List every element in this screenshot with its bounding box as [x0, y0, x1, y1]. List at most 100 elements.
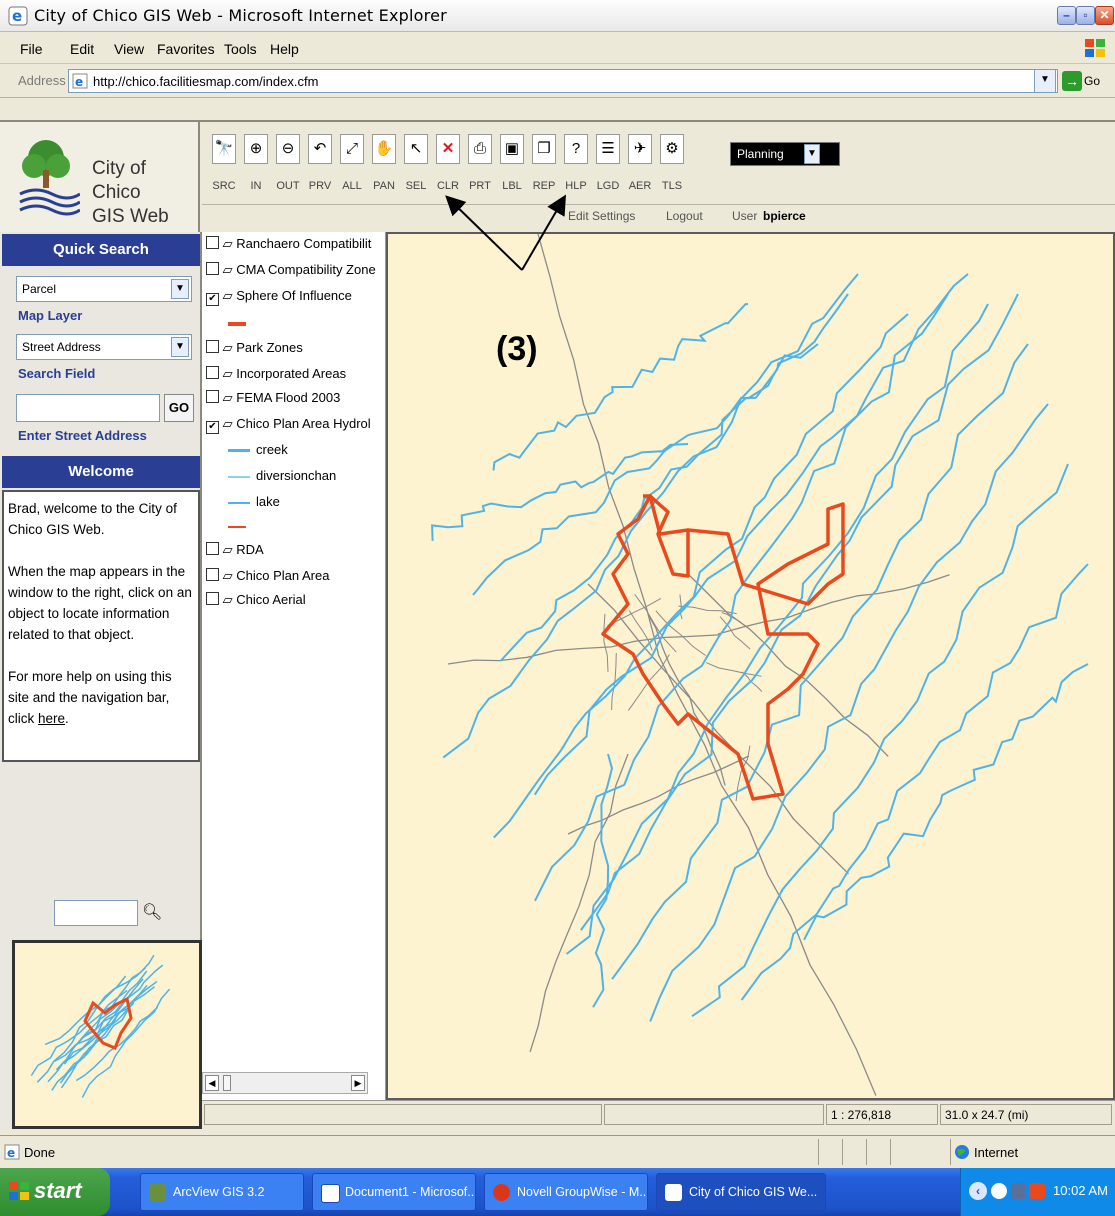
- legend-diversionchan-label: diversionchan: [256, 468, 337, 483]
- planning-select[interactable]: Planning: [730, 142, 840, 166]
- tray-app-icon[interactable]: [991, 1183, 1007, 1199]
- minimize-button[interactable]: –: [1057, 6, 1076, 25]
- binoculars-icon[interactable]: 🔭: [212, 134, 236, 164]
- hand-icon[interactable]: ✋: [372, 134, 396, 164]
- zoom-out-icon[interactable]: ⊖: [276, 134, 300, 164]
- red-x-icon[interactable]: ✕: [436, 134, 460, 164]
- address-field[interactable]: e http://chico.facilitiesmap.com/index.c…: [68, 69, 1058, 93]
- menu-view[interactable]: View: [114, 41, 144, 57]
- overview-input[interactable]: [54, 900, 138, 926]
- city-name-line1: City of Chico: [92, 158, 146, 203]
- start-button[interactable]: start: [0, 1168, 110, 1216]
- logout-link[interactable]: Logout: [666, 209, 703, 223]
- printer-icon[interactable]: ⎙: [468, 134, 492, 164]
- scroll-thumb[interactable]: [223, 1075, 231, 1091]
- scroll-right-icon[interactable]: ▶: [351, 1075, 365, 1091]
- help-icon[interactable]: ?: [564, 134, 588, 164]
- scroll-left-icon[interactable]: ◀: [205, 1075, 219, 1091]
- gis-toolbar: 🔭 ⊕ ⊖ ↶ ⤢ ✋ ↖ ✕ ⎙ ▣ ❐ ? ☰ ✈ ⚙ SRC IN OUT…: [202, 124, 1115, 232]
- browser-status-bar: e Done Internet: [0, 1135, 1115, 1167]
- zoom-previous-icon[interactable]: ↶: [308, 134, 332, 164]
- layer-checkbox[interactable]: [206, 236, 219, 249]
- map-layer-select[interactable]: Parcel ▼: [16, 276, 192, 302]
- chevron-down-icon[interactable]: ▼: [171, 337, 189, 357]
- road-line: [687, 573, 889, 757]
- legend-icon[interactable]: ☰: [596, 134, 620, 164]
- creek-line: [580, 293, 1019, 931]
- layer-checkbox[interactable]: [206, 568, 219, 581]
- layer-checkbox[interactable]: [206, 592, 219, 605]
- report-icon[interactable]: ❐: [532, 134, 556, 164]
- tray-security-icon[interactable]: [1029, 1183, 1045, 1199]
- page-icon: e: [72, 73, 88, 89]
- tool-label-in: IN: [250, 180, 262, 192]
- layer-item[interactable]: ▱ CMA Compatibility Zone: [206, 262, 376, 286]
- layer-shape-icon: ▱: [222, 592, 233, 607]
- legend-diversionchan: diversionchan: [228, 468, 336, 492]
- taskbar: start ArcView GIS 3.2 Document1 - Micros…: [0, 1168, 1115, 1216]
- layer-item[interactable]: ▱ Park Zones: [206, 340, 303, 364]
- zone-text: Internet: [974, 1145, 1019, 1160]
- arrow-pointer-icon[interactable]: ↖: [404, 134, 428, 164]
- layer-checkbox[interactable]: [206, 366, 219, 379]
- go-arrow-icon[interactable]: →: [1062, 71, 1082, 91]
- zoom-in-icon[interactable]: ⊕: [244, 134, 268, 164]
- chevron-down-icon[interactable]: ▼: [171, 279, 189, 299]
- divider: [890, 1139, 891, 1165]
- layer-checkbox[interactable]: [206, 542, 219, 555]
- layer-item[interactable]: ▱ Chico Plan Area: [206, 568, 329, 592]
- overview-map[interactable]: [12, 940, 202, 1129]
- layer-item[interactable]: ▱ Chico Aerial: [206, 592, 306, 616]
- close-button[interactable]: ✕: [1095, 6, 1114, 25]
- planning-dropdown-button[interactable]: ▼: [804, 144, 820, 164]
- window-title-bar: e City of Chico GIS Web - Microsoft Inte…: [0, 0, 1115, 32]
- ie-icon: [665, 1184, 682, 1201]
- tools-icon[interactable]: ⚙: [660, 134, 684, 164]
- task-chico-gis[interactable]: City of Chico GIS We...: [656, 1173, 826, 1211]
- layer-item[interactable]: ▱ FEMA Flood 2003: [206, 390, 340, 414]
- maximize-button[interactable]: ▫: [1076, 6, 1095, 25]
- city-logo: City of Chico GIS Web: [0, 122, 200, 232]
- menu-help[interactable]: Help: [270, 41, 299, 57]
- start-label: start: [34, 1178, 82, 1203]
- divider: [866, 1139, 867, 1165]
- layer-scrollbar[interactable]: ◀ ▶: [202, 1072, 368, 1094]
- zoom-all-icon[interactable]: ⤢: [340, 134, 364, 164]
- menu-tools[interactable]: Tools: [224, 41, 257, 57]
- go-button[interactable]: GO: [164, 394, 194, 422]
- windows-flag-icon: [1083, 36, 1107, 60]
- layer-checkbox[interactable]: [206, 340, 219, 353]
- airplane-icon[interactable]: ✈: [628, 134, 652, 164]
- layer-checkbox[interactable]: [206, 390, 219, 403]
- tray-chevron-icon[interactable]: ‹: [969, 1182, 987, 1200]
- layer-checkbox[interactable]: [206, 262, 219, 275]
- legend-creek-label: creek: [256, 442, 288, 457]
- layer-checkbox-checked[interactable]: ✔: [206, 293, 219, 306]
- layer-checkbox-checked[interactable]: ✔: [206, 421, 219, 434]
- go-label[interactable]: Go: [1084, 74, 1100, 88]
- task-groupwise[interactable]: Novell GroupWise - M...: [484, 1173, 648, 1211]
- help-link[interactable]: here: [38, 711, 65, 726]
- layer-item[interactable]: ▱ Ranchaero Compatibilit: [206, 236, 371, 260]
- menu-edit[interactable]: Edit: [70, 41, 94, 57]
- label-icon[interactable]: ▣: [500, 134, 524, 164]
- layer-item[interactable]: ▱ Incorporated Areas: [206, 366, 346, 390]
- creek-line: [649, 403, 1049, 1022]
- road-line: [529, 753, 629, 1053]
- tool-label-all: ALL: [342, 180, 362, 192]
- rda-legend-swatch: [228, 526, 246, 528]
- menu-file[interactable]: File: [20, 41, 43, 57]
- magnifier-icon[interactable]: 🔍︎: [142, 902, 162, 924]
- search-field-select[interactable]: Street Address ▼: [16, 334, 192, 360]
- road-line: [717, 574, 950, 635]
- layer-item[interactable]: ✔ ▱ Chico Plan Area Hydrol: [206, 416, 371, 440]
- menu-favorites[interactable]: Favorites: [157, 41, 215, 57]
- layer-item[interactable]: ▱ RDA: [206, 542, 264, 566]
- menu-bar: File Edit View Favorites Tools Help: [0, 32, 1115, 64]
- tray-network-icon[interactable]: [1011, 1183, 1025, 1199]
- task-arcview[interactable]: ArcView GIS 3.2: [140, 1173, 304, 1211]
- task-document1[interactable]: Document1 - Microsof...: [312, 1173, 476, 1211]
- address-dropdown-button[interactable]: ▼: [1034, 69, 1056, 93]
- street-address-input[interactable]: [16, 394, 160, 422]
- layer-item[interactable]: ✔ ▱ Sphere Of Influence: [206, 288, 352, 312]
